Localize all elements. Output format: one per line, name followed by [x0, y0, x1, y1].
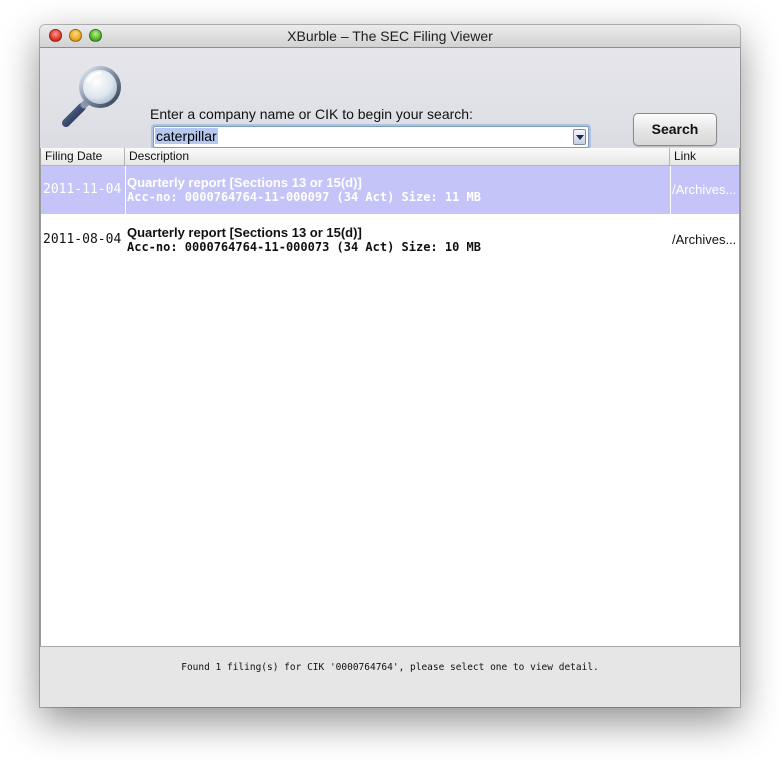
status-bar: Found 1 filing(s) for CIK '0000764764', …	[40, 646, 740, 707]
description-title: Quarterly report [Sections 13 or 15(d)]	[127, 225, 362, 240]
chevron-down-icon[interactable]	[573, 129, 586, 145]
table-header: Filing Date Description Link	[41, 148, 739, 166]
link-cell[interactable]: /Archives...	[672, 166, 738, 214]
filings-table: Filing Date Description Link 2011-11-04 …	[40, 148, 740, 646]
search-button[interactable]: Search	[633, 113, 717, 146]
filing-date-cell: 2011-08-04	[43, 232, 122, 247]
description-details: Acc-no: 0000764764-11-000097 (34 Act) Si…	[127, 190, 482, 204]
status-message: Found 1 filing(s) for CIK '0000764764', …	[181, 662, 599, 673]
app-window: XBurble – The SEC Filing Viewer Enter a …	[40, 25, 740, 707]
company-search-input[interactable]: caterpillar	[155, 128, 569, 146]
column-divider	[670, 166, 671, 214]
link-cell[interactable]: /Archives...	[672, 216, 738, 264]
company-search-combobox[interactable]: caterpillar	[153, 126, 589, 148]
column-divider	[125, 166, 126, 214]
search-prompt: Enter a company name or CIK to begin you…	[150, 106, 473, 122]
title-bar[interactable]: XBurble – The SEC Filing Viewer	[40, 25, 740, 48]
column-header-description[interactable]: Description	[125, 148, 670, 165]
table-row[interactable]: 2011-08-04 Quarterly report [Sections 13…	[41, 216, 739, 264]
search-panel: Enter a company name or CIK to begin you…	[40, 48, 740, 149]
description-title: Quarterly report [Sections 13 or 15(d)]	[127, 175, 362, 190]
filing-date-cell: 2011-11-04	[43, 182, 122, 197]
search-input-text: caterpillar	[155, 128, 218, 144]
column-header-link[interactable]: Link	[670, 148, 738, 165]
magnifier-icon	[62, 66, 121, 127]
description-details: Acc-no: 0000764764-11-000073 (34 Act) Si…	[127, 240, 482, 254]
column-header-filing-date[interactable]: Filing Date	[41, 148, 125, 165]
table-row[interactable]: 2011-11-04 Quarterly report [Sections 13…	[41, 166, 739, 214]
window-title: XBurble – The SEC Filing Viewer	[287, 28, 493, 44]
description-cell: Quarterly report [Sections 13 or 15(d)] …	[127, 225, 667, 273]
